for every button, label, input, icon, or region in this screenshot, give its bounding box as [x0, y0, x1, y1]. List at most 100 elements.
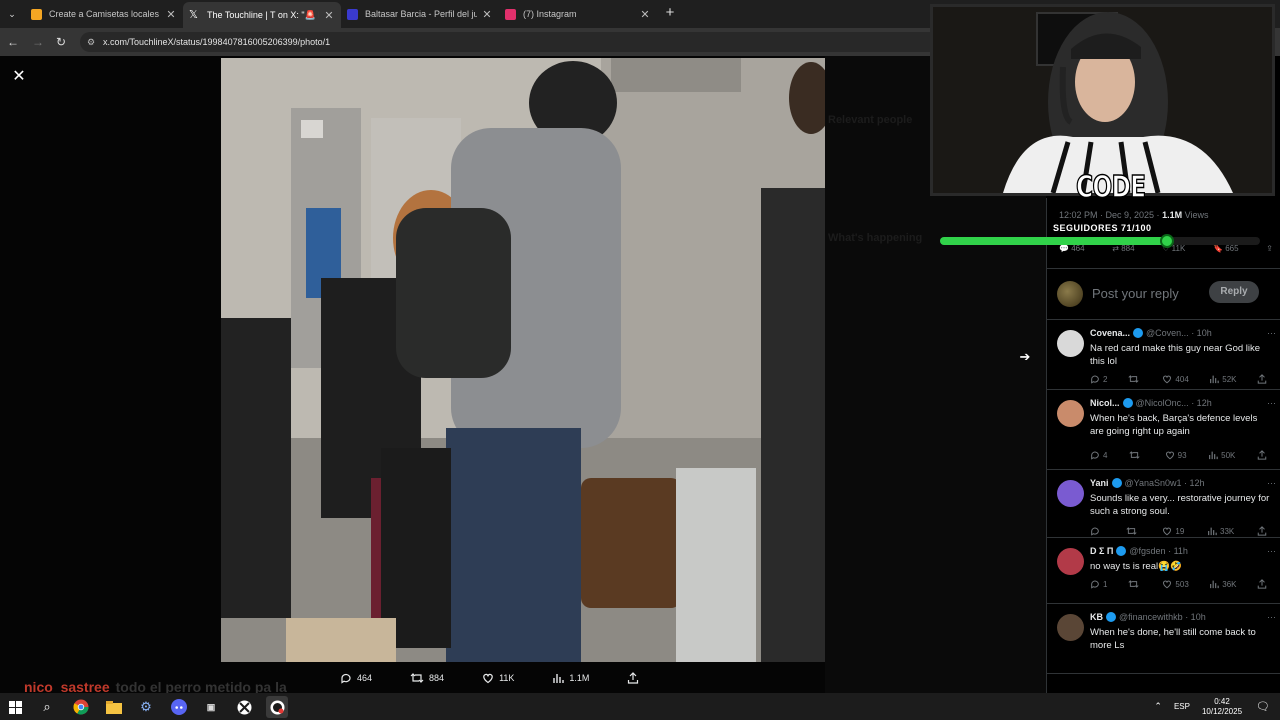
forward-arrow-icon[interactable]: →	[30, 34, 46, 50]
reply-action[interactable]	[1090, 526, 1103, 536]
avatar[interactable]	[1057, 480, 1084, 507]
more-options-icon[interactable]: ···	[1267, 612, 1276, 622]
reply-text: When he's back, Barça's defence levels a…	[1090, 413, 1258, 437]
reply-author-name[interactable]: Covena...	[1090, 328, 1130, 338]
app-icon[interactable]: ▣	[200, 696, 222, 718]
avatar	[1057, 281, 1083, 307]
browser-tab-active[interactable]: 𝕏 The Touchline | T on X: "🚨 NEW ✕	[183, 2, 341, 28]
reply-tweet[interactable]: Nicol... @NicolOnc... · 12h ··· When he's b…	[1047, 390, 1280, 470]
reply-handle[interactable]: @financewithkb	[1119, 612, 1183, 622]
chrome-icon[interactable]	[70, 696, 92, 718]
like-count: 503	[1175, 579, 1189, 589]
browser-tab[interactable]: Create a Camisetas locales de F ✕	[25, 3, 183, 25]
reply-handle[interactable]: @fgsden	[1129, 546, 1165, 556]
avatar[interactable]	[1057, 400, 1084, 427]
more-options-icon[interactable]: ···	[1267, 546, 1276, 556]
avatar[interactable]	[1057, 614, 1084, 641]
repost-action[interactable]	[1129, 450, 1143, 460]
tab-list-chevron-icon[interactable]: ⌄	[4, 6, 20, 22]
reply-tweet[interactable]: KB @financewithkb · 10h ··· When he's done,…	[1047, 604, 1280, 674]
reply-action[interactable]: 2	[1090, 374, 1107, 384]
reply-handle[interactable]: @NicolOnc...	[1136, 398, 1189, 408]
views-action[interactable]: 52K	[1209, 374, 1237, 384]
notifications-icon[interactable]: 🗨	[1256, 700, 1270, 713]
share-action[interactable]	[1257, 374, 1270, 384]
reply-time: · 12h	[1184, 478, 1205, 488]
reply-author-name[interactable]: D Σ Π	[1090, 546, 1113, 556]
reply-handle[interactable]: @YanaSn0w1	[1125, 478, 1182, 488]
reply-actions: 2 404 52K	[1090, 374, 1270, 384]
share-action[interactable]	[1257, 579, 1270, 589]
file-explorer-icon[interactable]	[103, 696, 125, 718]
repost-stat[interactable]: ⇄ 884	[1112, 244, 1134, 253]
reply-stat[interactable]: 💬 464	[1059, 244, 1085, 253]
views-action[interactable]: 36K	[1209, 579, 1237, 589]
obs-icon[interactable]	[266, 696, 288, 718]
clock[interactable]: 0:42 10/12/2025	[1202, 697, 1242, 717]
views-action[interactable]: 50K	[1208, 450, 1235, 460]
tab-close-icon[interactable]: ✕	[165, 8, 177, 21]
share-action[interactable]	[1257, 526, 1270, 536]
reply-author-name[interactable]: Yani	[1090, 478, 1109, 488]
like-action[interactable]: 503	[1162, 579, 1189, 589]
back-arrow-icon[interactable]: ←	[5, 34, 21, 50]
new-tab-icon[interactable]: +	[662, 5, 678, 21]
next-photo-arrow-icon[interactable]: ➔	[1016, 348, 1034, 366]
reply-handle[interactable]: @Coven...	[1146, 328, 1189, 338]
webcam-overlay	[930, 4, 1275, 196]
like-action[interactable]: 19	[1162, 526, 1184, 536]
instagram-icon	[505, 8, 516, 20]
tab-close-icon[interactable]: ✕	[481, 8, 493, 21]
bookmark-stat[interactable]: 🔖 665	[1213, 244, 1239, 253]
close-icon[interactable]: ✕	[10, 68, 28, 86]
like-action[interactable]: 93	[1165, 450, 1187, 460]
reply-author-name[interactable]: KB	[1090, 612, 1103, 622]
xbox-icon[interactable]	[233, 696, 255, 718]
repost-action[interactable]	[1128, 374, 1142, 384]
share-action[interactable]	[1257, 450, 1270, 460]
reply-input[interactable]: Post your reply	[1092, 286, 1179, 301]
browser-tab[interactable]: (7) Instagram ✕	[499, 3, 657, 25]
reply-tweet[interactable]: D Σ Π @fgsden · 11h ··· no way ts is real😭🤣…	[1047, 538, 1280, 604]
repost-action[interactable]	[1126, 526, 1140, 536]
share-icon[interactable]: ⇪	[1266, 244, 1273, 253]
reply-author-name[interactable]: Nicol...	[1090, 398, 1120, 408]
avatar[interactable]	[1057, 548, 1084, 575]
reply-action[interactable]: 464	[340, 672, 372, 684]
reply-tweet[interactable]: Covena... @Coven... · 10h ··· Na red card m…	[1047, 320, 1280, 390]
reply-text: no way ts is real😭🤣	[1090, 561, 1182, 572]
more-options-icon[interactable]: ···	[1267, 328, 1276, 338]
repost-action[interactable]	[1128, 579, 1142, 589]
views-action[interactable]: 33K	[1207, 526, 1234, 536]
followers-goal-label: SEGUIDORES 71/100	[1053, 223, 1152, 233]
tab-close-icon[interactable]: ✕	[323, 9, 335, 22]
language-indicator[interactable]: ESP	[1174, 702, 1190, 711]
reply-tweet[interactable]: Yani @YanaSn0w1 · 12h ··· Sounds like a ver…	[1047, 470, 1280, 538]
viewer-action-bar: 464 884 11K 1.1M	[340, 668, 720, 688]
like-action[interactable]: 11K	[482, 672, 514, 684]
share-action[interactable]	[627, 672, 644, 684]
site-info-icon[interactable]: ⚙	[87, 32, 95, 52]
retweet-action[interactable]: 884	[410, 672, 444, 684]
like-icon	[483, 673, 493, 684]
discord-icon[interactable]	[168, 696, 190, 718]
avatar[interactable]	[1057, 330, 1084, 357]
search-icon[interactable]: ⌕	[36, 696, 58, 718]
tab-close-icon[interactable]: ✕	[639, 8, 651, 21]
tray-chevron-icon[interactable]: ⌃	[1154, 701, 1162, 712]
url-bar[interactable]: ⚙ x.com/TouchlineX/status/19984078160052…	[80, 32, 940, 52]
reply-action[interactable]: 4	[1090, 450, 1107, 460]
steam-icon[interactable]: ⚙	[135, 696, 157, 718]
views-action[interactable]: 1.1M	[552, 672, 589, 684]
browser-tab[interactable]: Baltasar Barcia - Perfil del jugador ✕	[341, 3, 499, 25]
repost-stat-count: 884	[1121, 244, 1135, 253]
reply-button[interactable]: Reply	[1209, 281, 1259, 303]
more-options-icon[interactable]: ···	[1267, 478, 1276, 488]
like-action[interactable]: 404	[1162, 374, 1189, 384]
reload-icon[interactable]: ↻	[53, 34, 69, 50]
tweet-photo[interactable]	[221, 58, 825, 662]
more-options-icon[interactable]: ···	[1267, 398, 1276, 408]
clock-date: 10/12/2025	[1201, 706, 1243, 716]
reply-action[interactable]: 1	[1090, 579, 1107, 589]
windows-start-icon[interactable]	[4, 696, 26, 718]
